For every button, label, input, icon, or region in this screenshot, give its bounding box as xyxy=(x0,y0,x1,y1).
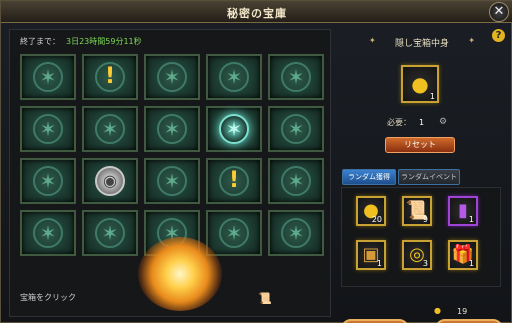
reward-slot[interactable]: ◎ 3 xyxy=(402,240,432,270)
secret-treasure-window: 秘密の宝庫 ✕ ? 終了まで： 3日23時間59分11秒 ✶! ✶ ✶ ✶ ✶ ✶ ✶ ✶ ✶ ✶ ◉… xyxy=(0,0,512,323)
reward-count: 1 xyxy=(468,259,474,268)
treasure-chest-0-0[interactable]: ✶ xyxy=(20,54,76,100)
treasure-chest-1-4[interactable]: ✶ xyxy=(268,106,324,152)
treasure-chest-0-2[interactable]: ✶ xyxy=(144,54,200,100)
required-label: 必要： xyxy=(387,118,411,127)
treasure-chest-2-4[interactable]: ✶ xyxy=(268,158,324,204)
reward-count: 9 xyxy=(422,215,428,224)
reward-count: 20 xyxy=(371,215,382,224)
treasure-chest-2-1[interactable]: ◉ xyxy=(82,158,138,204)
exclamation-icon: ! xyxy=(95,62,125,92)
reward-slot[interactable]: ▣ 1 xyxy=(356,240,386,270)
reward-slot[interactable]: 🎁 1 xyxy=(448,240,478,270)
reward-slot[interactable]: 📜 9 xyxy=(402,196,432,226)
currency-icon: ● xyxy=(434,306,441,315)
tab-random-event[interactable]: ランダムイベント xyxy=(398,169,460,185)
treasure-chest-2-0[interactable]: ✶ xyxy=(20,158,76,204)
treasure-chest-1-2[interactable]: ✶ xyxy=(144,106,200,152)
reward-slot[interactable]: ▮ 1 xyxy=(448,196,478,226)
treasure-chest-3-1[interactable]: ✶ xyxy=(82,210,138,256)
required-cost: 必要： 1 xyxy=(387,117,424,128)
title-bar: 秘密の宝庫 ✕ xyxy=(1,1,512,23)
treasure-chest-3-0[interactable]: ✶ xyxy=(20,210,76,256)
reward-slot[interactable]: ● 20 xyxy=(356,196,386,226)
star-emblem-icon: ✶ xyxy=(281,218,311,248)
scroll-icon: 📜 xyxy=(258,292,272,305)
star-emblem-icon: ✶ xyxy=(219,62,249,92)
reward-list: ● 20 📜 9 ▮ 1 ▣ 1 ◎ 3 🎁 1 xyxy=(341,187,501,287)
treasure-chest-0-3[interactable]: ✶ xyxy=(206,54,262,100)
currency-count: 19 xyxy=(457,307,468,316)
star-emblem-icon: ✶ xyxy=(281,62,311,92)
treasure-chest-1-3[interactable]: ✶ xyxy=(206,106,262,152)
reward-tabs: ランダム獲得 ランダムイベント xyxy=(342,169,502,185)
treasure-chest-1-0[interactable]: ✶ xyxy=(20,106,76,152)
star-emblem-icon: ✶ xyxy=(33,166,63,196)
star-emblem-icon: ✶ xyxy=(281,114,311,144)
purple-card-icon: ▮ xyxy=(458,200,468,221)
open-effect-burst xyxy=(138,237,222,311)
ornament-right-icon: ✦ xyxy=(468,36,475,45)
shop-button[interactable]: 商店 xyxy=(435,319,503,323)
window-title: 秘密の宝庫 xyxy=(227,7,287,20)
silver-ornament-icon: ◉ xyxy=(95,166,125,196)
star-emblem-icon: ✶ xyxy=(157,166,187,196)
treasure-chest-2-3[interactable]: ! xyxy=(206,158,262,204)
treasure-chest-2-2[interactable]: ✶ xyxy=(144,158,200,204)
reward-panel: ✦ 隠し宝箱中身 ✦ ● 1 必要： 1 ⚙ リセット ランダム獲得 ランダムイベ… xyxy=(339,29,505,323)
tab-random-gain[interactable]: ランダム獲得 xyxy=(342,169,396,185)
reward-count: 3 xyxy=(422,259,428,268)
star-emblem-icon: ✶ xyxy=(95,114,125,144)
close-icon[interactable]: ✕ xyxy=(489,2,509,22)
reward-count: 1 xyxy=(468,215,474,224)
timer-label: 終了まで： xyxy=(20,37,60,46)
receive-button[interactable]: 受取 xyxy=(341,319,409,323)
star-emblem-icon: ✶ xyxy=(157,62,187,92)
timer: 終了まで： 3日23時間59分11秒 xyxy=(20,36,142,47)
treasure-chest-3-3[interactable]: ✶ xyxy=(206,210,262,256)
treasure-grid-panel: 終了まで： 3日23時間59分11秒 ✶! ✶ ✶ ✶ ✶ ✶ ✶ ✶ ✶ ✶ ◉ ✶! ✶ ✶ ✶ ✶ ✶ ✶ 宝… xyxy=(9,29,331,317)
treasure-chest-0-4[interactable]: ✶ xyxy=(268,54,324,100)
star-emblem-icon: ✶ xyxy=(281,166,311,196)
star-emblem-icon: ✶ xyxy=(157,114,187,144)
treasure-chest-0-1[interactable]: ! xyxy=(82,54,138,100)
star-emblem-icon: ✶ xyxy=(33,218,63,248)
star-emblem-icon: ✶ xyxy=(33,114,63,144)
treasure-chest-3-4[interactable]: ✶ xyxy=(268,210,324,256)
hidden-chest-title: 隠し宝箱中身 xyxy=(394,39,449,49)
reward-count: 1 xyxy=(376,259,382,268)
required-value: 1 xyxy=(419,118,425,127)
hidden-chest-slot[interactable]: ● 1 xyxy=(401,65,439,103)
reset-button[interactable]: リセット xyxy=(385,137,455,153)
gold-coin-icon: ● xyxy=(411,72,429,96)
slot-count: 1 xyxy=(429,92,435,101)
star-emblem-icon: ✶ xyxy=(219,218,249,248)
treasure-chest-1-1[interactable]: ✶ xyxy=(82,106,138,152)
exclamation-icon: ! xyxy=(219,166,249,196)
timer-value: 3日23時間59分11秒 xyxy=(66,37,142,46)
star-emblem-icon: ✶ xyxy=(33,62,63,92)
star-emblem-icon: ✶ xyxy=(219,114,249,144)
click-hint: 宝箱をクリック xyxy=(20,293,76,302)
key-icon: ⚙ xyxy=(439,117,448,127)
star-emblem-icon: ✶ xyxy=(95,218,125,248)
